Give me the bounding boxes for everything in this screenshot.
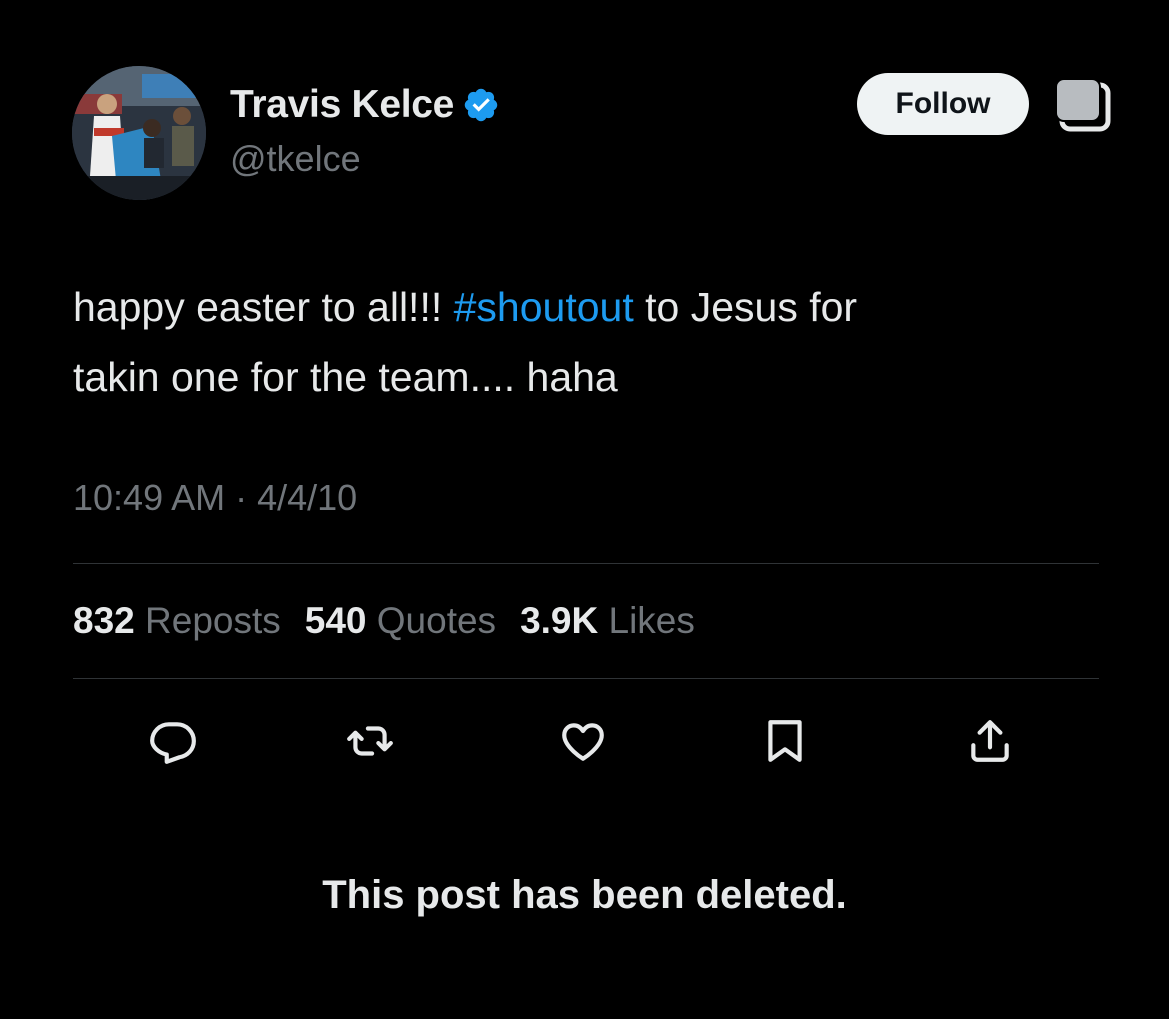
post-timestamp[interactable]: 10:49 AM · 4/4/10	[73, 477, 357, 519]
stat-likes-label: Likes	[608, 600, 695, 641]
action-bar	[135, 713, 1035, 773]
stat-quotes[interactable]: 540 Quotes	[305, 600, 496, 642]
share-button[interactable]	[962, 713, 1018, 769]
share-icon	[971, 720, 1009, 762]
verified-badge-icon	[464, 88, 498, 122]
author-display-name[interactable]: Travis Kelce	[230, 83, 454, 127]
bookmark-button[interactable]	[757, 713, 813, 769]
stat-quotes-label: Quotes	[376, 600, 497, 641]
bookmark-icon	[768, 720, 802, 762]
deleted-notice: This post has been deleted.	[322, 873, 847, 917]
like-button[interactable]	[555, 713, 611, 769]
repost-icon	[347, 726, 393, 756]
reply-button[interactable]	[145, 713, 201, 769]
stacked-squares-icon[interactable]	[1052, 77, 1114, 135]
avatar[interactable]	[72, 66, 206, 200]
divider	[73, 678, 1099, 679]
stat-reposts[interactable]: 832 Reposts	[73, 600, 281, 642]
divider	[73, 563, 1099, 564]
stat-likes-count: 3.9K	[520, 600, 599, 641]
post-text: happy easter to all!!! #shoutout to Jesu…	[73, 272, 1093, 412]
repost-button[interactable]	[342, 713, 398, 769]
heart-icon	[562, 723, 604, 761]
stat-reposts-count: 832	[73, 600, 135, 641]
stat-reposts-label: Reposts	[145, 600, 281, 641]
author-name-row: Travis Kelce	[230, 80, 500, 130]
stat-likes[interactable]: 3.9K Likes	[520, 600, 695, 642]
engagement-stats: 832 Reposts 540 Quotes 3.9K Likes	[73, 600, 695, 642]
post-text-before: happy easter to all!!!	[73, 284, 454, 330]
profile-photo-icon	[72, 66, 206, 200]
stat-quotes-count: 540	[304, 600, 367, 641]
hashtag-link[interactable]: #shoutout	[454, 284, 634, 330]
author-handle[interactable]: @tkelce	[230, 138, 361, 180]
follow-button[interactable]: Follow	[857, 73, 1029, 135]
reply-icon	[150, 722, 196, 764]
